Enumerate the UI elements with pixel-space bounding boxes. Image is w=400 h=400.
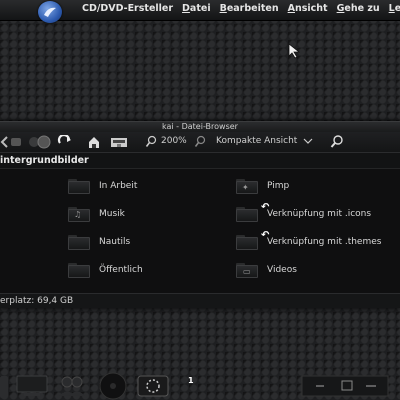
folder-icon <box>68 234 90 250</box>
folder-item-oeffentlich[interactable]: Öffentlich <box>68 262 143 278</box>
zoom-out-icon[interactable] <box>145 135 157 149</box>
status-bar: erplatz: 69,4 GB <box>0 293 400 308</box>
folder-item-videos[interactable]: ▭ Videos <box>236 262 297 278</box>
symlink-folder-icon: ↶ <box>236 202 269 222</box>
menu-gehe-zu[interactable]: Gehe zu <box>337 3 380 14</box>
users-icon[interactable] <box>58 372 86 400</box>
home-icon[interactable] <box>87 135 101 149</box>
folder-item-verknuepfung-icons[interactable]: ↶ Verknüpfung mit .icons <box>236 202 371 222</box>
folder-item-in-arbeit[interactable]: In Arbeit <box>68 178 137 194</box>
disc-icon[interactable] <box>96 370 130 400</box>
chevron-down-icon <box>303 138 313 144</box>
folder-icon: ✦ <box>236 178 258 194</box>
symlink-folder-icon: ↶ <box>236 230 269 250</box>
app-name: CD/DVD-Ersteller <box>82 3 174 14</box>
file-browser-window: kai - Datei-Browser 200% Kompakte Ansich… <box>0 121 400 308</box>
zoom-level: 200% <box>161 136 187 146</box>
folder-item-nautils[interactable]: Nautils <box>68 234 130 250</box>
view-mode-select[interactable]: Kompakte Ansicht <box>216 136 313 146</box>
burner-icon[interactable] <box>136 372 170 400</box>
video-folder-icon: ▭ <box>236 262 258 278</box>
search-icon[interactable] <box>330 135 344 149</box>
computer-icon[interactable] <box>110 135 128 149</box>
location-bar[interactable]: intergrundbilder <box>0 153 400 169</box>
app-logo-icon[interactable] <box>38 1 62 23</box>
forward-icon[interactable] <box>10 135 22 149</box>
dock <box>0 370 400 400</box>
back-icon[interactable] <box>0 135 8 149</box>
view-mode-label: Kompakte Ansicht <box>216 136 298 146</box>
folder-item-verknuepfung-themes[interactable]: ↶ Verknüpfung mit .themes <box>236 230 381 250</box>
menu-datei[interactable]: Datei <box>182 3 211 14</box>
folder-item-pimp[interactable]: ✦ Pimp <box>236 178 289 194</box>
monitor-icon[interactable] <box>16 372 50 400</box>
zoom-in-icon[interactable] <box>194 135 206 149</box>
menu-bearbeiten[interactable]: Bearbeiten <box>220 3 279 14</box>
menu-ansicht[interactable]: Ansicht <box>288 3 328 14</box>
workspace-switcher[interactable] <box>300 374 392 398</box>
folder-icon <box>68 178 90 194</box>
reload-icon[interactable] <box>57 135 73 149</box>
dock-item-icon[interactable] <box>0 374 10 400</box>
window-title: kai - Datei-Browser <box>0 122 400 132</box>
toolbar: 200% Kompakte Ansicht <box>0 132 400 153</box>
file-grid: In Arbeit ✦ Pimp ♫ Musik ↶ Verknüpfung m… <box>0 169 400 285</box>
music-folder-icon: ♫ <box>68 206 90 222</box>
folder-icon <box>68 262 90 278</box>
menu-lesezeichen[interactable]: Le <box>389 3 400 14</box>
mouse-pointer-icon <box>288 43 301 59</box>
menu-bar: CD/DVD-Ersteller Datei Bearbeiten Ansich… <box>82 3 400 14</box>
folder-item-musik[interactable]: ♫ Musik <box>68 206 125 222</box>
workspace-number: 1 <box>188 376 194 385</box>
stop-icon[interactable] <box>36 135 52 149</box>
